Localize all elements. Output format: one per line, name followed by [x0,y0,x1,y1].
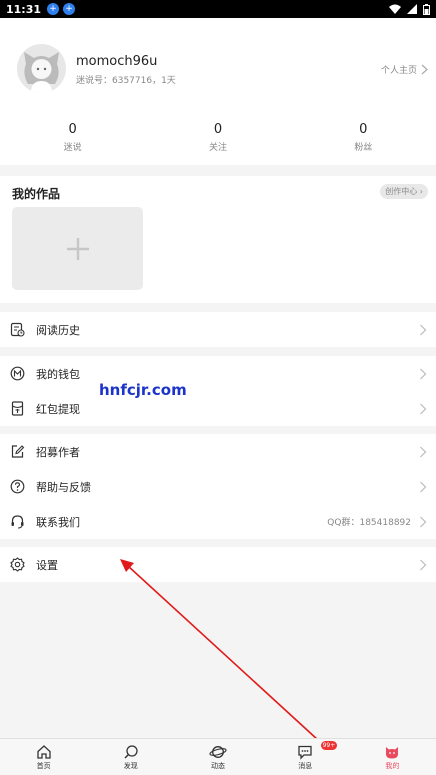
my-works-section: 我的作品 创作中心 › [0,176,436,303]
menu-label: 帮助与反馈 [36,480,91,494]
menu-label: 阅读历史 [36,323,80,337]
homepage-link[interactable]: 个人主页 [381,63,428,76]
notification-icon: + [63,3,76,15]
menu-group-support: 招募作者 帮助与反馈 联系我们 QQ群：185418892 [0,434,436,539]
edit-icon [10,444,25,459]
stat-label: 迷说 [63,143,82,153]
stat-value: 0 [359,122,368,137]
headset-icon [10,514,25,529]
profile-header: momoch96u 迷说号：6357716，1天 个人主页 0 迷说 0 关注 … [0,18,436,165]
create-center-button[interactable]: 创作中心 › [380,184,428,199]
tab-label: 动态 [211,761,225,770]
unread-badge: 99+ [320,741,338,750]
tab-label: 我的 [385,761,400,770]
planet-icon [209,745,227,758]
menu-item-recruit-authors[interactable]: 招募作者 [0,434,436,469]
redpacket-icon [10,401,25,416]
stat-label: 粉丝 [354,143,373,153]
chevron-right-icon [420,481,427,492]
avatar[interactable] [17,44,66,93]
wifi-icon [389,4,401,14]
chevron-right-icon [420,559,427,570]
menu-group-settings: 设置 [0,547,436,582]
stat-value: 0 [213,122,223,137]
signal-icon [407,4,417,14]
chevron-right-icon [420,403,427,414]
add-work-button[interactable] [12,207,143,290]
chevron-right-icon [420,324,427,335]
chevron-right-icon [420,516,427,527]
cat-icon [386,746,399,758]
tab-label: 消息 [298,761,313,770]
qq-group-number: QQ群：185418892 [327,518,411,528]
tab-feed[interactable]: 动态 [174,739,261,775]
battery-icon [423,3,430,15]
stat-followers[interactable]: 0 粉丝 [291,122,436,153]
stat-value: 0 [68,122,77,137]
history-icon [10,322,25,337]
menu-label: 红包提现 [36,402,80,416]
message-icon [298,745,312,760]
chevron-right-icon [421,64,428,75]
tab-label: 首页 [36,761,51,770]
menu-item-contact-us[interactable]: 联系我们 QQ群：185418892 [0,504,436,539]
menu-item-redpacket-withdraw[interactable]: 红包提现 [0,391,436,426]
settings-gear-icon [10,557,25,572]
wallet-icon [10,366,25,381]
status-bar: 11:31 + + [0,0,436,18]
menu-label: 我的钱包 [36,367,80,381]
my-works-title: 我的作品 [12,187,61,201]
tab-label: 发现 [123,761,138,770]
tab-discover[interactable]: 发现 [87,739,174,775]
stats-row: 0 迷说 0 关注 0 粉丝 [0,122,436,153]
home-icon [36,744,51,759]
discover-icon [124,744,138,759]
menu-group-wallet: 我的钱包 红包提现 [0,356,436,426]
chevron-right-icon [420,368,427,379]
username: momoch96u [76,54,158,69]
menu-label: 联系我们 [36,515,80,529]
menu-item-settings[interactable]: 设置 [0,547,436,582]
menu-group-history: 阅读历史 [0,312,436,347]
user-id: 迷说号：6357716，1天 [76,76,176,86]
menu-item-help-feedback[interactable]: 帮助与反馈 [0,469,436,504]
tab-messages[interactable]: 消息 99+ [262,739,349,775]
stat-following[interactable]: 0 关注 [145,122,290,153]
create-center-label: 创作中心 [385,187,418,196]
menu-label: 招募作者 [36,445,80,459]
menu-label: 设置 [36,558,58,572]
stat-posts[interactable]: 0 迷说 [0,122,145,153]
tab-me[interactable]: 我的 [349,739,436,775]
menu-item-reading-history[interactable]: 阅读历史 [0,312,436,347]
menu-item-wallet[interactable]: 我的钱包 [0,356,436,391]
notification-icon: + [47,3,60,15]
stat-label: 关注 [208,143,227,153]
plus-icon [66,237,89,260]
status-time: 11:31 [6,2,42,16]
watermark-text: hnfcjr.com [99,381,187,399]
help-icon [10,479,25,494]
bottom-tab-bar: 首页 发现 动态 消息 99+ 我的 [0,738,436,775]
tab-home[interactable]: 首页 [0,739,87,775]
chevron-right-icon [420,446,427,457]
homepage-label: 个人主页 [380,66,417,76]
